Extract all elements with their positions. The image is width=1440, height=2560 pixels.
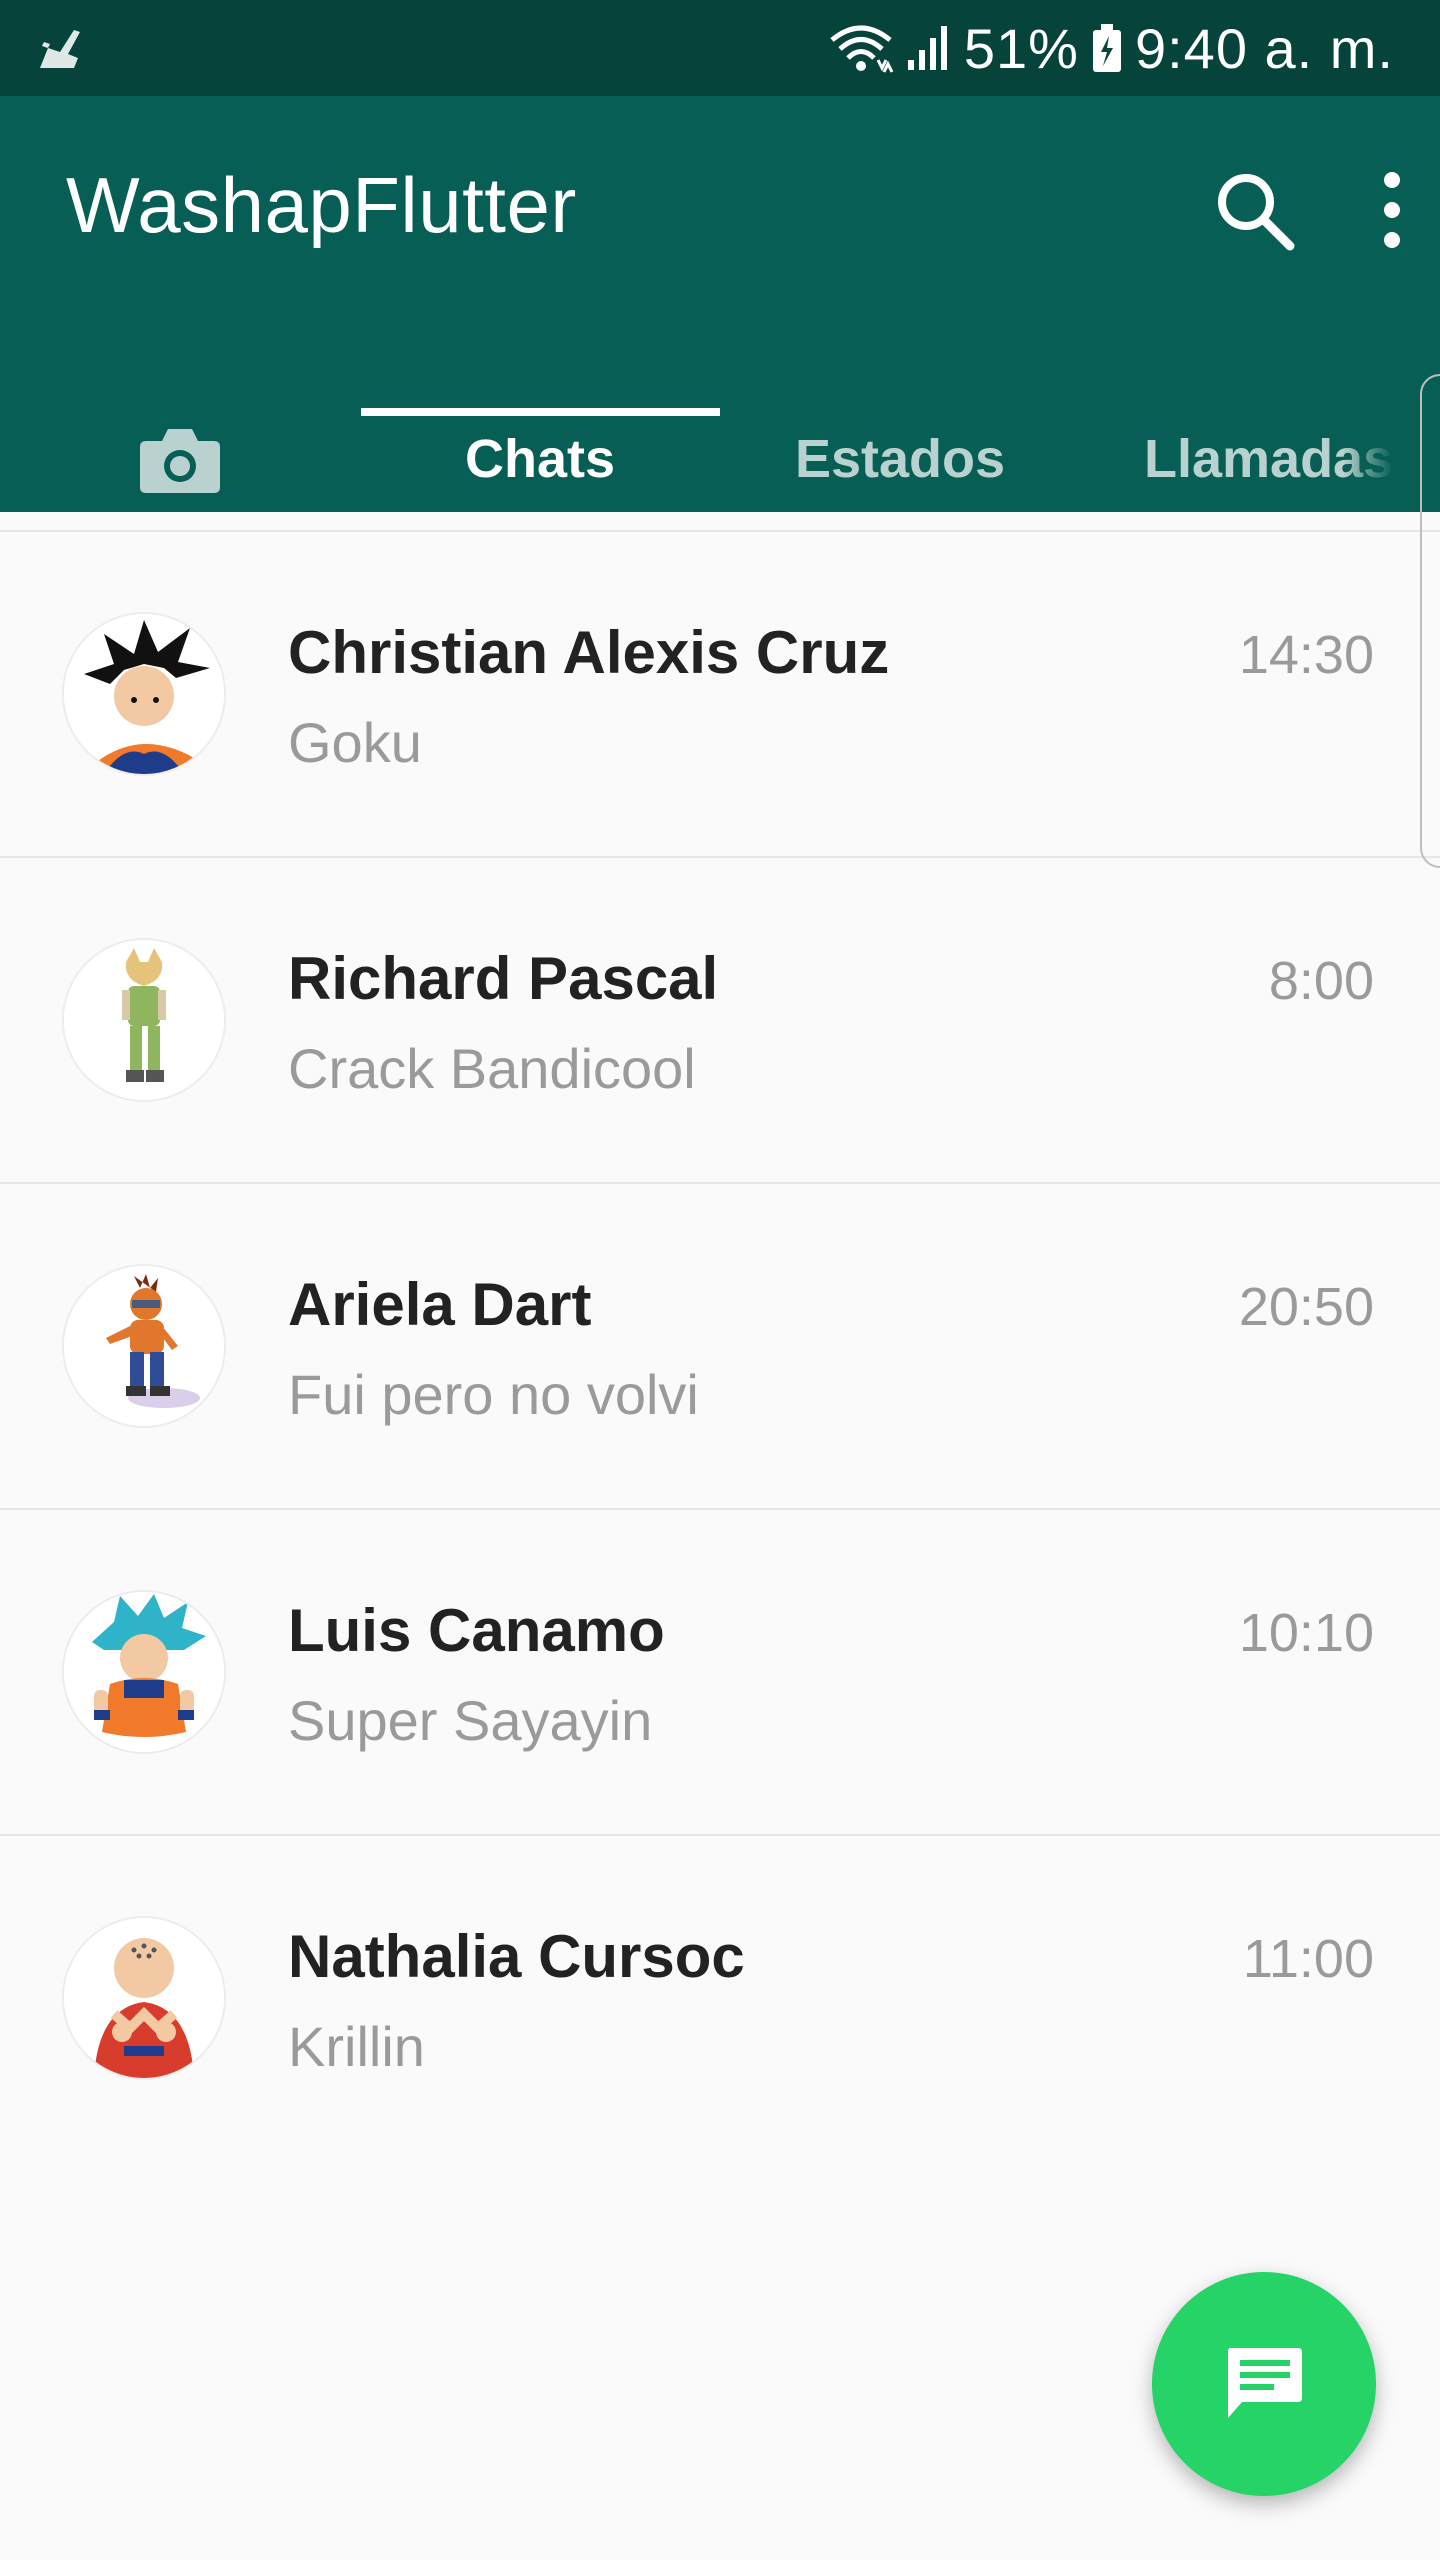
tab-chats[interactable]: Chats [360,406,720,512]
tab-bar: Chats Estados Llamadas [0,406,1440,512]
search-icon[interactable] [1210,166,1300,256]
tab-llamadas-label: Llamadas [1144,429,1394,489]
crash-avatar-image [64,1266,224,1426]
app-title: WashapFlutter [66,161,577,249]
message-icon [1228,2348,1302,2418]
chat-last-message: Super Sayayin [288,1689,653,1752]
tab-camera[interactable] [0,406,360,512]
chat-time: 8:00 [1268,951,1374,1011]
goku-ssb-avatar-image [64,1592,224,1752]
goku-avatar-image [64,614,224,774]
chat-time: 20:50 [1238,1277,1374,1337]
krillin-avatar-image [64,1918,224,2078]
chat-row[interactable]: Luis Canamo Super Sayayin 10:10 [0,1510,1440,1836]
app-bar: WashapFlutter Chats Estados Llamadas [0,96,1440,512]
battery-charging-icon [1092,24,1121,72]
avatar[interactable] [64,940,224,1100]
status-indicators: 51% 9:40 a. m. [828,0,1394,96]
tab-indicator [361,408,720,416]
chat-last-message: Fui pero no volvi [288,1363,699,1426]
avatar[interactable] [64,1266,224,1426]
status-bar: 51% 9:40 a. m. [0,0,1440,96]
tab-estados[interactable]: Estados [720,406,1080,512]
chat-name: Nathalia Cursoc [288,1923,745,1990]
chat-last-message: Krillin [288,2015,425,2078]
chat-list: Christian Alexis Cruz Goku 14:30 Richard… [0,532,1440,2162]
camera-icon [140,429,220,493]
wifi-icon [830,25,894,73]
battery-percentage: 51% [963,16,1079,80]
clock: 9:40 a. m. [1134,16,1394,80]
chat-name: Richard Pascal [288,945,719,1012]
avatar[interactable] [64,1918,224,2078]
tab-llamadas[interactable]: Llamadas [1080,406,1440,512]
chat-name: Christian Alexis Cruz [288,619,890,686]
chat-last-message: Crack Bandicool [288,1037,696,1100]
chat-row[interactable]: Richard Pascal Crack Bandicool 8:00 [0,858,1440,1184]
chat-row[interactable]: Ariela Dart Fui pero no volvi 20:50 [0,1184,1440,1510]
chat-time: 11:00 [1242,1929,1374,1989]
avatar[interactable] [64,614,224,774]
chat-name: Ariela Dart [288,1271,592,1338]
chat-row[interactable]: Nathalia Cursoc Krillin 11:00 [0,1836,1440,2162]
more-vert-icon[interactable] [1362,166,1422,256]
avatar[interactable] [64,1592,224,1752]
chat-last-message: Goku [288,711,422,774]
signal-icon [907,26,947,70]
fox-avatar-image [64,940,224,1100]
chat-row[interactable]: Christian Alexis Cruz Goku 14:30 [0,532,1440,858]
chat-time: 10:10 [1238,1603,1374,1663]
new-message-button[interactable] [1152,2272,1376,2496]
chat-name: Luis Canamo [288,1597,665,1664]
overscroll-edge [1420,374,1440,868]
cleaner-icon [40,30,80,68]
chat-time: 14:30 [1238,625,1374,685]
